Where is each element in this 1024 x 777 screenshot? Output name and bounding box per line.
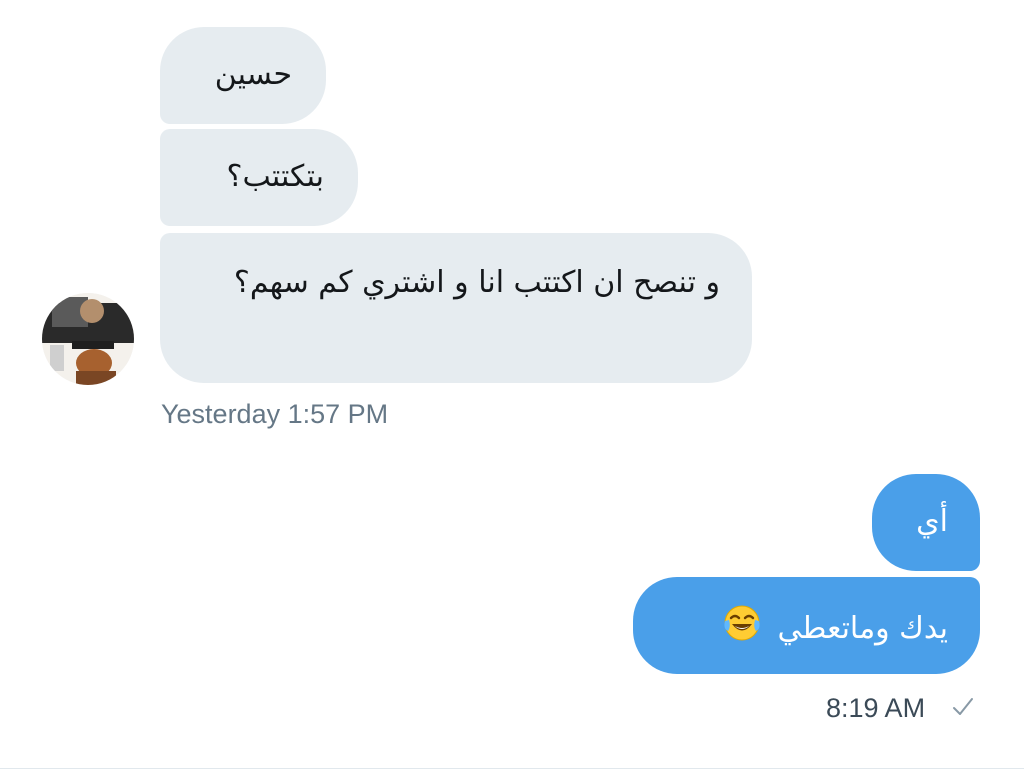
user-avatar-icon xyxy=(42,293,134,385)
sent-check-icon xyxy=(953,698,973,715)
incoming-timestamp: Yesterday 1:57 PM xyxy=(161,399,389,429)
message-text: حسين xyxy=(214,57,292,92)
incoming-message-bubble[interactable]: حسين xyxy=(160,27,326,124)
outgoing-timestamp: 8:19 AM xyxy=(826,693,926,723)
message-text: يدك وماتعطي xyxy=(777,611,949,646)
divider xyxy=(0,768,1024,769)
incoming-message-bubble[interactable]: و تنصح ان اكتتب انا و اشتري كم سهم؟ xyxy=(160,233,752,383)
incoming-message-bubble[interactable]: بتكتتب؟ xyxy=(160,129,358,226)
outgoing-message-bubble[interactable]: أي xyxy=(872,474,980,571)
sender-avatar[interactable] xyxy=(42,293,134,385)
message-text: و تنصح ان اكتتب انا و اشتري كم سهم؟ xyxy=(233,265,720,300)
message-text: أي xyxy=(916,504,948,539)
message-text: بتكتتب؟ xyxy=(226,159,324,194)
outgoing-message-bubble[interactable]: يدك وماتعطي xyxy=(633,577,980,674)
tears-of-joy-emoji-icon xyxy=(722,603,762,656)
